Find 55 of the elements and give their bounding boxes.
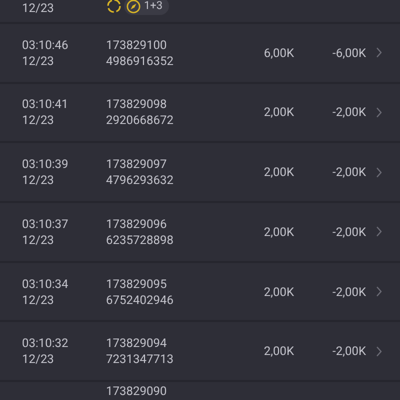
list-row[interactable]: 12/23 1+3	[0, 0, 400, 22]
net-amount-text: -6,00K	[332, 44, 366, 61]
count-badge: 1+3	[124, 0, 169, 15]
reference-number: 2920668672	[106, 112, 174, 128]
list-row[interactable]: 03:10:41 12/23 173829098 2920668672 2,00K -2,00K	[0, 84, 400, 142]
order-number: 173829090	[106, 383, 167, 400]
time-text: 03:10:41	[22, 96, 70, 112]
time-text: 03:10:46	[22, 36, 70, 53]
amount-text: 2,00K	[264, 224, 294, 240]
net-amount-text: -2,00K	[332, 224, 366, 240]
amount-text: 2,00K	[264, 343, 294, 360]
order-number: 173829097	[106, 156, 168, 172]
date-text: 12/23	[22, 232, 55, 248]
list-row[interactable]: 03:10:46 12/23 173829100 4986916352 6,00K -6,00K	[0, 24, 400, 82]
chevron-right-icon	[376, 346, 382, 357]
reference-number: 4796293632	[106, 172, 174, 188]
time-text: 03:10:39	[22, 156, 70, 172]
list-row[interactable]: 03:10:39 12/23 173829097 4796293632 2,00K -2,00K	[0, 143, 400, 201]
loading-ring-icon	[106, 0, 122, 14]
order-number: 173829098	[106, 96, 168, 112]
list-row[interactable]: 173829090	[0, 382, 400, 400]
list-row[interactable]: 03:10:37 12/23 173829096 6235728898 2,00K -2,00K	[0, 203, 400, 261]
amount-text: 6,00K	[264, 44, 294, 61]
order-number: 173829095	[106, 276, 168, 292]
reference-number: 6235728898	[106, 232, 174, 248]
time-text: 03:10:34	[22, 276, 70, 292]
chevron-right-icon	[376, 286, 382, 298]
chevron-right-icon	[376, 47, 382, 58]
list-row[interactable]: 03:10:32 12/23 173829094 7231347713 2,00K -2,00K	[0, 322, 400, 380]
list-row[interactable]: 03:10:34 12/23 173829095 6752402946 2,00K -2,00K	[0, 262, 400, 320]
net-amount-text: -2,00K	[332, 343, 366, 360]
reference-number: 4986916352	[106, 52, 174, 69]
order-number: 173829096	[106, 216, 168, 232]
compass-icon	[126, 0, 141, 14]
reference-number: 6752402946	[106, 292, 174, 308]
order-number: 173829100	[106, 36, 168, 53]
chevron-right-icon	[376, 166, 382, 178]
net-amount-text: -2,00K	[332, 104, 366, 120]
net-amount-text: -2,00K	[332, 284, 366, 300]
time-text: 03:10:37	[22, 216, 70, 232]
date-text: 12/23	[22, 52, 55, 69]
amount-text: 2,00K	[264, 284, 294, 300]
net-amount-text: -2,00K	[332, 164, 366, 180]
date-text: 12/23	[22, 0, 55, 16]
reference-number: 7231347713	[106, 351, 174, 368]
date-text: 12/23	[22, 351, 55, 368]
chevron-right-icon	[376, 106, 382, 118]
date-text: 12/23	[22, 172, 55, 188]
amount-text: 2,00K	[264, 104, 294, 120]
time-text: 03:10:32	[22, 335, 70, 352]
date-text: 12/23	[22, 292, 55, 308]
amount-text: 2,00K	[264, 164, 294, 180]
chevron-right-icon	[376, 226, 382, 238]
order-number: 173829094	[106, 335, 168, 352]
date-text: 12/23	[22, 112, 55, 128]
